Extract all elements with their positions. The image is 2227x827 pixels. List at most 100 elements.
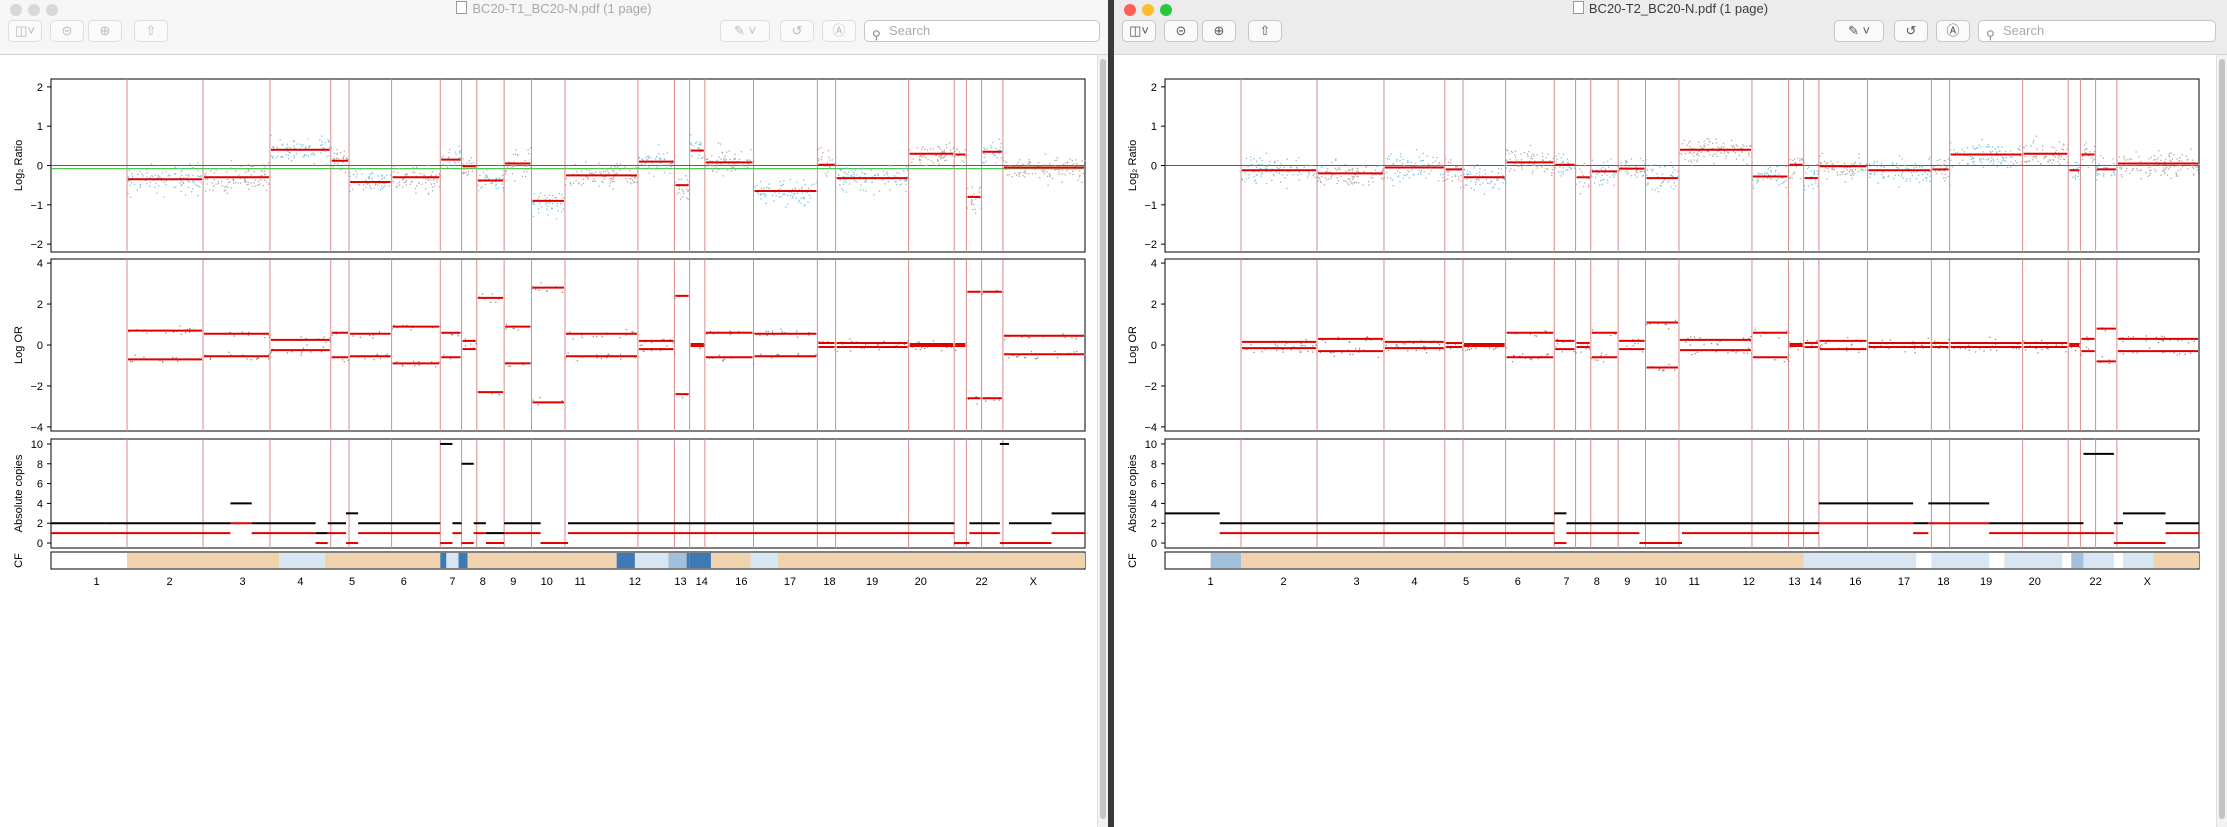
ratio-point: [146, 171, 148, 174]
logor-point: [134, 354, 136, 356]
pen-icon: ✎: [1847, 23, 1859, 38]
right-share-button[interactable]: ⇧: [1248, 20, 1282, 42]
ratio-point: [610, 180, 612, 182]
ratio-point: [1514, 156, 1517, 158]
ratio-point: [1014, 172, 1016, 174]
ratio-point: [1981, 161, 1983, 163]
logor-point: [1989, 336, 1991, 338]
left-rotate-button[interactable]: ↺: [780, 20, 814, 42]
rotate-icon: ↺: [791, 23, 803, 38]
ratio-point: [705, 165, 707, 167]
ratio-point: [1336, 177, 1339, 179]
ratio-point: [984, 153, 987, 155]
ratio-point: [1934, 170, 1937, 172]
ratio-point: [2016, 162, 2018, 164]
ratio-point: [685, 175, 687, 177]
ratio-point: [2177, 170, 2179, 172]
ratio-point: [973, 193, 975, 195]
ratio-point: [1672, 171, 1674, 174]
ratio-point: [1428, 163, 1430, 165]
y-tick-label: −2: [30, 239, 43, 251]
right-sidebar-toggle-button[interactable]: ◫˅: [1122, 20, 1156, 42]
zoom-out-icon: ⊝: [61, 23, 73, 38]
logor-point: [430, 361, 433, 363]
logor-point: [608, 353, 610, 355]
ratio-point: [1041, 169, 1043, 171]
ratio-point: [2074, 174, 2077, 177]
ratio-point: [612, 177, 614, 179]
ratio-point: [782, 183, 784, 186]
ratio-point: [2035, 155, 2037, 157]
ratio-point: [1848, 170, 1851, 173]
ratio-point: [336, 152, 338, 154]
logor-point: [343, 361, 345, 363]
ratio-point: [547, 202, 549, 204]
ratio-point: [372, 172, 374, 174]
logor-point: [418, 361, 420, 363]
left-annotate-button[interactable]: Ⓐ: [822, 20, 856, 42]
ratio-point: [2164, 173, 2166, 175]
right-search-field[interactable]: ⚲ Search: [1978, 20, 2216, 42]
right-scroll-thumb[interactable]: [2219, 59, 2225, 819]
ratio-point: [1017, 161, 1020, 164]
logor-point: [1664, 323, 1666, 325]
ratio-point: [1425, 165, 1427, 167]
logor-point: [1674, 369, 1676, 371]
ratio-point: [1422, 159, 1424, 162]
ratio-point: [1273, 175, 1275, 177]
ratio-point: [816, 181, 818, 184]
logor-point: [1964, 348, 1967, 350]
ratio-point: [725, 151, 728, 153]
ratio-point: [715, 167, 717, 169]
left-search-field[interactable]: ⚲ Search: [864, 20, 1100, 42]
logor-point: [699, 348, 701, 350]
left-scroll-thumb[interactable]: [1100, 59, 1106, 819]
left-share-button[interactable]: ⇧: [134, 20, 168, 42]
right-zoom-out-button[interactable]: ⊝: [1164, 20, 1198, 42]
ratio-point: [1929, 175, 1931, 177]
ratio-point: [1906, 178, 1908, 180]
chromosome-label: 6: [401, 576, 407, 588]
ratio-point: [1422, 152, 1424, 155]
ratio-point: [228, 181, 230, 184]
ratio-point: [1442, 180, 1444, 182]
right-rotate-button[interactable]: ↺: [1894, 20, 1928, 42]
left-markup-button[interactable]: ✎ ˅: [720, 20, 770, 42]
left-scrollbar[interactable]: [1097, 55, 1108, 827]
right-scrollbar[interactable]: [2216, 55, 2227, 827]
logor-point: [878, 349, 880, 351]
ratio-point: [2005, 160, 2007, 162]
ratio-point: [1447, 161, 1450, 163]
ratio-point: [666, 167, 668, 169]
right-zoom-in-button[interactable]: ⊕: [1202, 20, 1236, 42]
ratio-point: [949, 149, 952, 152]
ratio-point: [1791, 177, 1793, 179]
ratio-point: [1425, 177, 1427, 179]
ratio-point: [167, 174, 169, 176]
ratio-point: [1466, 178, 1468, 181]
right-annotate-button[interactable]: Ⓐ: [1936, 20, 1970, 42]
ratio-point: [616, 167, 618, 169]
y-tick-label: −1: [1144, 200, 1157, 212]
ratio-point: [745, 168, 747, 170]
ratio-point: [332, 165, 334, 168]
logor-point: [264, 337, 266, 339]
ratio-point: [863, 173, 865, 175]
left-zoom-out-button[interactable]: ⊝: [50, 20, 84, 42]
ratio-point: [1474, 165, 1476, 167]
ratio-point: [1434, 165, 1436, 167]
search-icon: ⚲: [1986, 28, 1995, 42]
logor-point: [172, 356, 174, 359]
ratio-point: [173, 187, 175, 189]
right-markup-button[interactable]: ✎ ˅: [1834, 20, 1884, 42]
logor-point: [1008, 357, 1010, 359]
ratio-point: [335, 157, 338, 160]
ratio-point: [244, 171, 247, 174]
left-zoom-in-button[interactable]: ⊕: [88, 20, 122, 42]
left-sidebar-toggle-button[interactable]: ◫˅: [8, 20, 42, 42]
ratio-point: [1994, 148, 1996, 150]
logor-point: [771, 357, 773, 359]
ratio-point: [2093, 158, 2095, 160]
ratio-point: [1696, 153, 1698, 156]
ratio-point: [141, 173, 143, 175]
